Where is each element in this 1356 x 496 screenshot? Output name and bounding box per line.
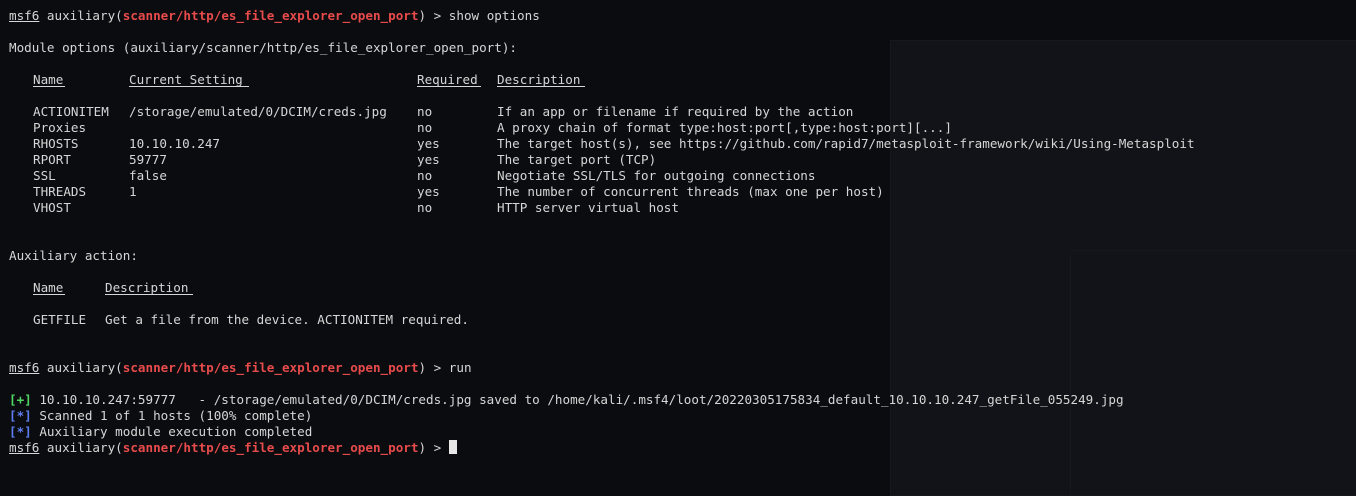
- option-name: RHOSTS: [33, 136, 79, 151]
- option-current: false: [129, 168, 167, 183]
- run-output: [+] 10.10.10.247:59777 - /storage/emulat…: [9, 392, 1347, 440]
- option-name: ACTIONITEM: [33, 104, 109, 119]
- option-description: Negotiate SSL/TLS for outgoing connectio…: [497, 168, 816, 183]
- option-required: yes: [417, 136, 440, 151]
- option-row: VHOST no HTTP server virtual host: [9, 200, 1347, 216]
- options-table-body: ACTIONITEM/storage/emulated/0/DCIM/creds…: [9, 104, 1347, 216]
- output-line: [*] Scanned 1 of 1 hosts (100% complete): [9, 408, 1347, 424]
- option-current: 59777: [129, 152, 167, 167]
- option-description: The target host(s), see https://github.c…: [497, 136, 1195, 151]
- option-required: yes: [417, 152, 440, 167]
- output-line: [*] Auxiliary module execution completed: [9, 424, 1347, 440]
- prompt-prefix: auxiliary(: [39, 440, 123, 455]
- option-required: no: [417, 120, 433, 135]
- underline: [33, 86, 65, 87]
- underline: [33, 294, 65, 295]
- prompt-line-show-options: msf6 auxiliary(scanner/http/es_file_expl…: [9, 8, 1347, 24]
- option-current: /storage/emulated/0/DCIM/creds.jpg: [129, 104, 387, 119]
- action-table-header: Name Description: [9, 280, 1347, 296]
- underline: [129, 86, 249, 87]
- action-description: Get a file from the device. ACTIONITEM r…: [105, 312, 469, 327]
- msf-prompt: msf6: [9, 440, 40, 455]
- prompt-suffix: ) >: [418, 360, 449, 375]
- option-description: The number of concurrent threads (max on…: [497, 184, 884, 199]
- status-info-tag: [*]: [9, 424, 32, 439]
- option-name: RPORT: [33, 152, 71, 167]
- msf-prompt: msf6: [9, 8, 40, 23]
- aux-action-title: Auxiliary action:: [9, 248, 138, 263]
- prompt-prefix: auxiliary(: [39, 8, 123, 23]
- underline: [105, 294, 193, 295]
- prompt-suffix: ) >: [418, 440, 449, 455]
- module-options-title: Module options (auxiliary/scanner/http/e…: [9, 40, 517, 55]
- status-info-tag: [*]: [9, 408, 32, 423]
- option-description: The target port (TCP): [497, 152, 657, 167]
- action-name: GETFILE: [33, 312, 87, 327]
- module-path: scanner/http/es_file_explorer_open_port: [122, 440, 419, 455]
- option-required: no: [417, 104, 433, 119]
- prompt-line-run: msf6 auxiliary(scanner/http/es_file_expl…: [9, 360, 1347, 376]
- terminal-window[interactable]: msf6 auxiliary(scanner/http/es_file_expl…: [0, 0, 1356, 494]
- msf-prompt: msf6: [9, 360, 40, 375]
- output-line: [+] 10.10.10.247:59777 - /storage/emulat…: [9, 392, 1347, 408]
- option-description: HTTP server virtual host: [497, 200, 679, 215]
- module-path: scanner/http/es_file_explorer_open_port: [122, 8, 419, 23]
- option-row: Proxies no A proxy chain of format type:ho…: [9, 120, 1347, 136]
- output-text: Auxiliary module execution completed: [31, 424, 313, 439]
- prompt-suffix: ) >: [418, 8, 449, 23]
- option-current: 1: [129, 184, 137, 199]
- command-text: run: [448, 360, 472, 375]
- status-success-tag: [+]: [9, 392, 32, 407]
- action-row: GETFILE Get a file from the device. ACTI…: [9, 312, 1347, 328]
- options-table-header: Name Current Setting Required Descriptio…: [9, 72, 1347, 88]
- option-current: 10.10.10.247: [129, 136, 220, 151]
- option-row: THREADS 1 yes The number of concurrent thre…: [9, 184, 1347, 200]
- option-row: ACTIONITEM/storage/emulated/0/DCIM/creds…: [9, 104, 1347, 120]
- option-name: Proxies: [33, 120, 87, 135]
- option-description: If an app or filename if required by the…: [497, 104, 854, 119]
- prompt-line-current[interactable]: msf6 auxiliary(scanner/http/es_file_expl…: [9, 440, 1347, 456]
- option-row: SSL false no Negotiate SSL/TLS for outgoing…: [9, 168, 1347, 184]
- option-row: RPORT 59777 yes The target port (TCP): [9, 152, 1347, 168]
- output-text: Scanned 1 of 1 hosts (100% complete): [31, 408, 313, 423]
- option-name: VHOST: [33, 200, 71, 215]
- underline: [497, 86, 585, 87]
- option-required: no: [417, 168, 433, 183]
- option-required: no: [417, 200, 433, 215]
- text-cursor[interactable]: [448, 440, 457, 454]
- module-path: scanner/http/es_file_explorer_open_port: [122, 360, 419, 375]
- option-required: yes: [417, 184, 440, 199]
- option-description: A proxy chain of format type:host:port[,…: [497, 120, 952, 135]
- underline: [417, 86, 481, 87]
- command-text: show options: [448, 8, 540, 23]
- option-name: THREADS: [33, 184, 87, 199]
- prompt-prefix: auxiliary(: [39, 360, 123, 375]
- option-row: RHOSTS 10.10.10.247 yes The target host(s),…: [9, 136, 1347, 152]
- option-name: SSL: [33, 168, 56, 183]
- output-text: 10.10.10.247:59777 - /storage/emulated/0…: [31, 392, 1124, 407]
